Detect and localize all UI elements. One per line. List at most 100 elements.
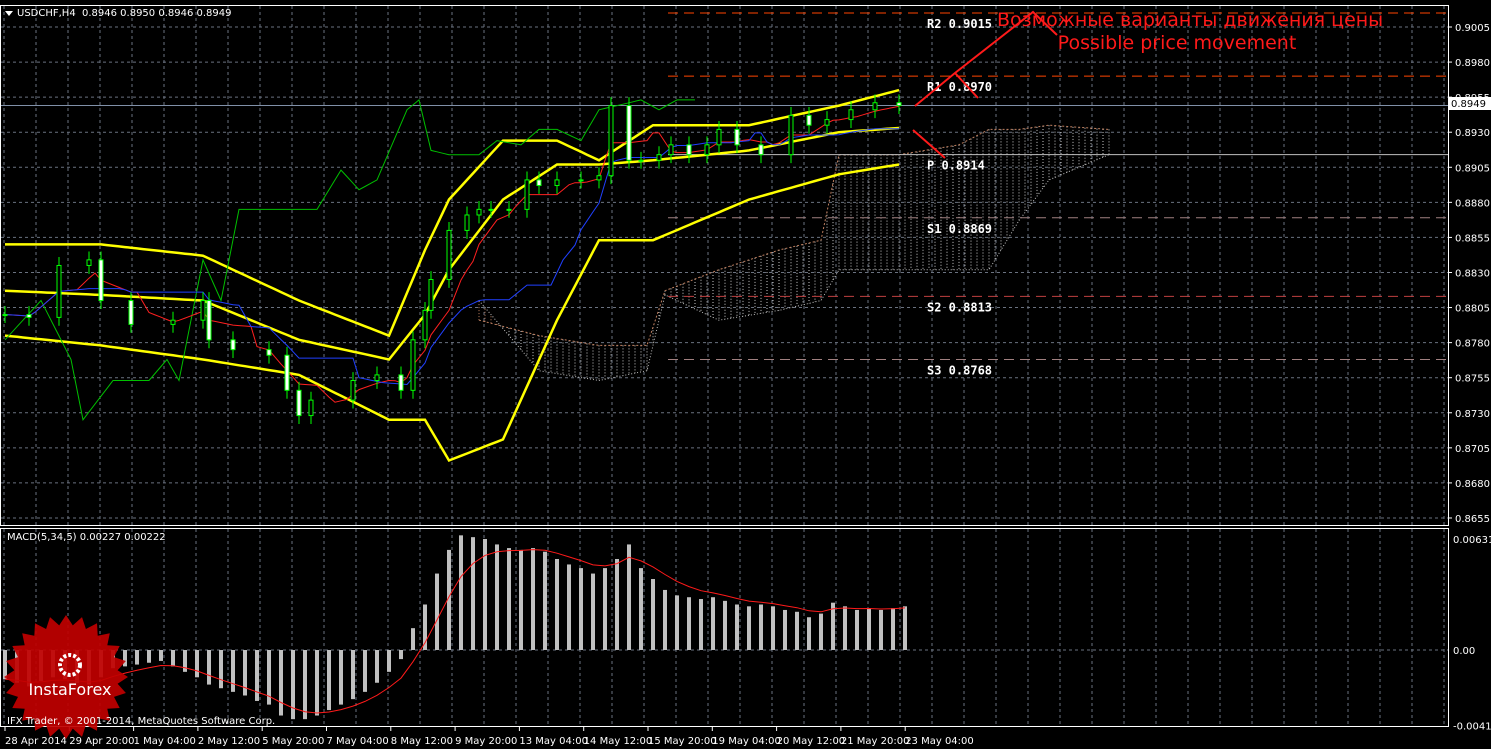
macd-tick-label: 0.00631: [1453, 535, 1491, 546]
macd-bar: [507, 548, 511, 650]
macd-bar: [735, 604, 739, 650]
macd-bar: [399, 650, 403, 660]
chart-canvas[interactable]: R2 0.9015R1 0.8970P 0.8914S1 0.8869S2 0.…: [0, 0, 1491, 749]
macd-bar: [771, 606, 775, 650]
macd-bar: [123, 650, 127, 667]
price-tick-label: 0.8880: [1455, 198, 1490, 209]
macd-bar: [363, 650, 367, 692]
current-price-label: 0.8949: [1451, 99, 1486, 110]
candle-body: [422, 309, 428, 341]
pivot-levels: R2 0.9015R1 0.8970P 0.8914S1 0.8869S2 0.…: [668, 12, 1448, 377]
macd-bar: [687, 597, 691, 650]
annotation-en: Possible price movement: [1058, 32, 1297, 54]
macd-bar: [903, 606, 907, 650]
macd-bar: [351, 650, 355, 700]
candle-body: [536, 179, 542, 187]
macd-bar: [195, 650, 199, 678]
price-tick-label: 0.8855: [1455, 233, 1490, 244]
macd-bar: [747, 606, 751, 650]
price-tick-label: 0.8755: [1455, 374, 1490, 385]
candle-body: [578, 179, 584, 182]
price-tick-label: 0.8705: [1455, 444, 1490, 455]
candle-body: [638, 159, 644, 162]
price-tick-label: 0.9005: [1455, 23, 1490, 34]
candle-body: [308, 399, 314, 417]
macd-bar: [819, 613, 823, 650]
chikou-span: [4, 98, 695, 421]
pivot-label-s1: S1 0.8869: [927, 222, 992, 236]
macd-bar: [531, 548, 535, 650]
macd-bar: [867, 608, 871, 650]
candle-body: [410, 339, 416, 391]
macd-bar: [255, 650, 259, 701]
candle-body: [266, 349, 272, 356]
candle-body: [170, 319, 176, 325]
macd-bar: [3, 650, 7, 680]
time-tick-label: 15 May 20:00: [648, 736, 717, 747]
price-axis: 0.90050.89800.89550.89300.89050.88800.88…: [1448, 23, 1491, 733]
macd-bar: [639, 568, 643, 650]
logo-text: InstaForex: [29, 680, 112, 699]
price-tick-label: 0.8905: [1455, 163, 1490, 174]
macd-bar: [579, 568, 583, 650]
time-tick-label: 29 Apr 20:00: [69, 736, 134, 747]
macd-bar: [219, 650, 223, 689]
macd-bar: [171, 650, 175, 667]
copyright-text: IFX Trader, © 2001-2014, MetaQuotes Soft…: [7, 716, 275, 727]
candle-body: [476, 208, 482, 216]
candle-body: [398, 374, 404, 391]
candle-body: [374, 374, 380, 382]
candle-body: [554, 179, 560, 187]
macd-bar: [651, 579, 655, 650]
macd-bar: [555, 559, 559, 650]
candle-body: [824, 119, 830, 126]
macd-bar: [723, 600, 727, 650]
candle-body: [734, 128, 740, 146]
candle-body: [296, 389, 302, 417]
candle-body: [56, 264, 62, 318]
time-tick-label: 1 May 04:00: [134, 736, 196, 747]
macd-bar: [831, 602, 835, 650]
candle-body: [668, 144, 674, 156]
macd-bar: [495, 544, 499, 650]
macd-bar: [615, 559, 619, 650]
time-tick-label: 5 May 20:00: [262, 736, 324, 747]
macd-bar: [663, 589, 667, 650]
macd-bar: [471, 537, 475, 650]
macd-bar: [147, 650, 151, 663]
macd-tick-label: -0.00416: [1453, 722, 1491, 733]
macd-bar: [303, 650, 307, 720]
macd-bar: [603, 568, 607, 650]
candle-body: [626, 105, 632, 161]
candle-body: [284, 354, 290, 391]
macd-bar: [675, 595, 679, 650]
candle-body: [596, 175, 602, 181]
candle-body: [608, 105, 614, 177]
senkou-span-b: [478, 154, 1110, 382]
candle-body: [26, 314, 32, 318]
pivot-label-p: P 0.8914: [927, 159, 985, 173]
candle-body: [656, 154, 662, 161]
candle-body: [488, 208, 494, 211]
candle-body: [704, 144, 710, 156]
candle-body: [896, 102, 902, 107]
macd-bar: [339, 650, 343, 705]
candle-body: [86, 259, 92, 266]
annotation-ru: Возможные варианты движения цены: [997, 9, 1383, 31]
down-scenario-arrow: [912, 129, 946, 159]
macd-bar: [207, 650, 211, 685]
candle-body: [464, 214, 470, 231]
macd-bar: [231, 650, 235, 692]
macd-bar: [411, 628, 415, 650]
macd-bar: [315, 650, 319, 716]
macd-bar: [567, 564, 571, 650]
price-tick-label: 0.8655: [1455, 514, 1490, 525]
candle-body: [2, 314, 8, 317]
macd-bar: [711, 597, 715, 650]
macd-bar: [855, 609, 859, 650]
price-tick-label: 0.8805: [1455, 304, 1490, 315]
collapse-triangle-icon[interactable]: [5, 11, 13, 16]
time-tick-label: 13 May 04:00: [519, 736, 588, 747]
symbol-label: USDCHF,H4: [17, 8, 76, 19]
macd-bar: [159, 650, 163, 661]
